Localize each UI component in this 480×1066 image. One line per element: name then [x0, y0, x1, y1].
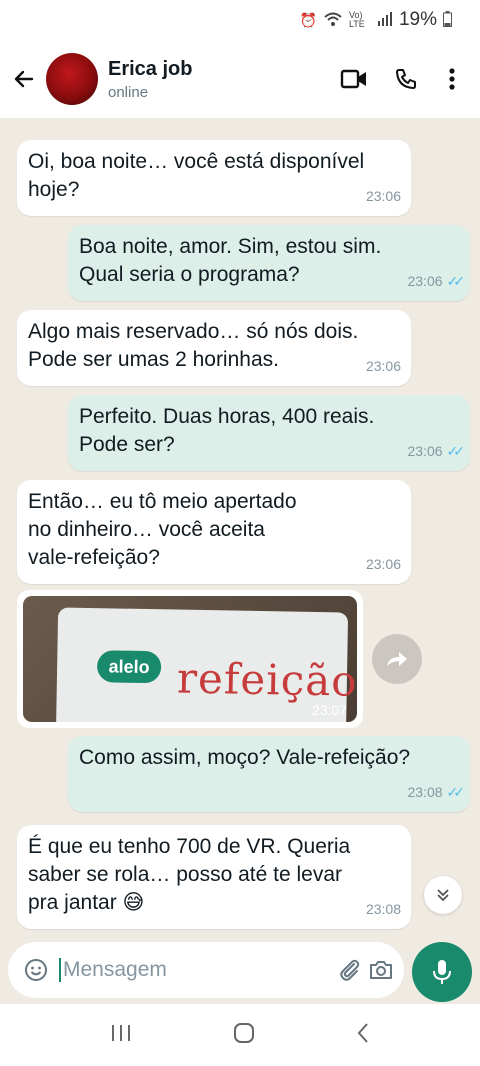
message-time: 23:08: [407, 784, 443, 800]
recent-apps-icon: [112, 1024, 131, 1041]
recent-apps-button[interactable]: [110, 1023, 132, 1048]
message-text: vale-refeição?: [28, 546, 160, 569]
message-time: 23:06: [365, 188, 401, 204]
card-brand-logo: alelo: [96, 650, 162, 684]
system-navigation-bar: [0, 1004, 480, 1066]
chat-area[interactable]: Oi, boa noite… você está disponível hoje…: [0, 118, 480, 942]
message-text: Perfeito. Duas horas, 400 reais.: [79, 405, 375, 428]
message-time: 23:06: [407, 273, 443, 289]
message-text: no dinheiro… você aceita: [28, 518, 265, 541]
message-bubble[interactable]: Então… eu tô meio apertado no dinheiro… …: [17, 480, 411, 584]
more-options-button[interactable]: [432, 55, 472, 103]
message-text: Pode ser?: [79, 433, 175, 456]
video-call-button[interactable]: [328, 55, 380, 103]
forward-icon: [387, 652, 407, 666]
video-camera-icon: [340, 69, 366, 89]
message-bubble[interactable]: Como assim, moço? Vale-refeição? 23:08 ✓✓: [68, 736, 470, 812]
message-text: Qual seria o programa?: [79, 263, 300, 286]
message-text: saber se rola… posso até te levar: [28, 863, 342, 886]
message-text: Então… eu tô meio apertado: [28, 490, 297, 513]
image-thumbnail[interactable]: alelo refeição 23:07: [23, 596, 357, 722]
image-message[interactable]: alelo refeição 23:07: [17, 590, 363, 728]
camera-icon: [369, 961, 392, 979]
message-time: 23:06: [365, 358, 401, 374]
meal-voucher-card-image: alelo refeição: [55, 607, 357, 722]
read-ticks-icon: ✓✓: [446, 784, 466, 800]
double-chevron-down-icon: [437, 889, 449, 902]
message-time: 23:08: [365, 901, 401, 917]
home-icon: [233, 1022, 254, 1043]
message-bubble[interactable]: Oi, boa noite… você está disponível hoje…: [17, 140, 411, 216]
message-input[interactable]: [59, 958, 334, 982]
message-bubble[interactable]: Boa noite, amor. Sim, estou sim. Qual se…: [68, 225, 470, 301]
message-text: Oi, boa noite… você está disponível: [28, 150, 365, 173]
message-text: Boa noite, amor. Sim, estou sim.: [79, 235, 382, 258]
read-ticks-icon: ✓✓: [446, 273, 466, 289]
alarm-icon: ⏰: [299, 11, 317, 28]
read-ticks-icon: ✓✓: [446, 443, 466, 459]
status-bar: ⏰ Vo) LTE 19%: [0, 0, 480, 40]
back-button[interactable]: [4, 59, 44, 99]
message-text: Como assim, moço? Vale-refeição?: [79, 746, 411, 769]
message-text: É que eu tenho 700 de VR. Queria: [28, 835, 351, 858]
contact-name: Erica job: [108, 57, 193, 80]
wifi-icon: [323, 11, 343, 30]
card-word: refeição: [176, 653, 357, 706]
signal-icon: [377, 11, 393, 29]
input-pill: [8, 942, 404, 998]
message-time: 23:07: [311, 702, 347, 718]
chevron-left-icon: [357, 1022, 368, 1043]
kebab-menu-icon: [449, 68, 455, 90]
voice-call-button[interactable]: [380, 55, 432, 103]
message-text: pra jantar 😅: [28, 891, 145, 914]
message-text: hoje?: [28, 178, 80, 201]
emoji-icon: [24, 959, 47, 981]
contact-status: online: [108, 83, 149, 101]
microphone-icon: [433, 960, 451, 984]
message-time: 23:06: [407, 443, 443, 459]
message-bubble[interactable]: Algo mais reservado… só nós dois. Pode s…: [17, 310, 411, 386]
message-bubble[interactable]: É que eu tenho 700 de VR. Queria saber s…: [17, 825, 411, 929]
scroll-to-bottom-button[interactable]: [424, 876, 462, 914]
message-composer: [0, 942, 480, 1004]
voice-message-button[interactable]: [412, 942, 472, 1002]
avatar[interactable]: [46, 53, 98, 105]
emoji-button[interactable]: [20, 948, 51, 992]
network-type-label: Vo) LTE: [348, 10, 365, 29]
contact-info[interactable]: Erica job online: [108, 58, 328, 101]
message-time: 23:06: [365, 556, 401, 572]
paperclip-icon: [339, 959, 359, 981]
home-button[interactable]: [233, 1022, 255, 1049]
battery-percent: 19%: [398, 9, 437, 30]
battery-icon: [443, 10, 452, 30]
camera-button[interactable]: [365, 948, 396, 992]
attach-button[interactable]: [334, 948, 365, 992]
message-text: Pode ser umas 2 horinhas.: [28, 348, 279, 371]
system-back-button[interactable]: [356, 1022, 370, 1049]
phone-icon: [396, 69, 416, 89]
forward-button[interactable]: [372, 634, 422, 684]
chat-header: Erica job online: [0, 40, 480, 118]
message-bubble[interactable]: Perfeito. Duas horas, 400 reais. Pode se…: [68, 395, 470, 471]
back-arrow-icon: [14, 70, 34, 88]
message-text: Algo mais reservado… só nós dois.: [28, 320, 359, 343]
